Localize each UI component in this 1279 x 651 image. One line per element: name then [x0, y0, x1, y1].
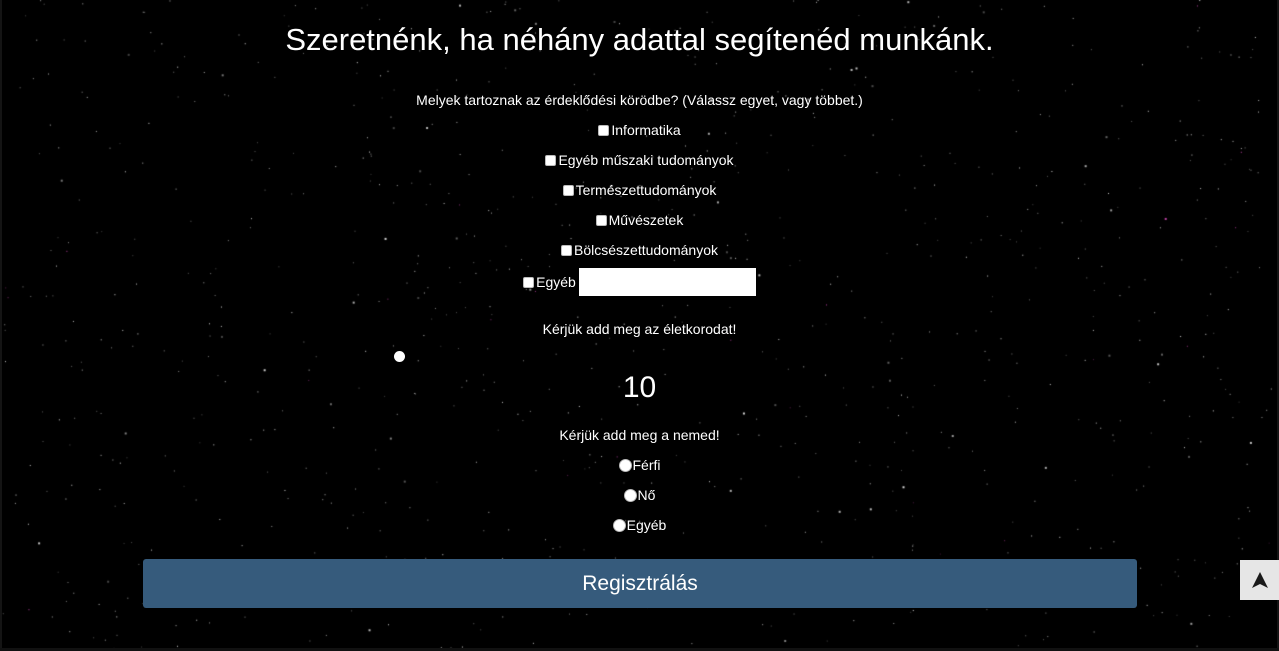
page-title: Szeretnénk, ha néhány adattal segítenéd …: [285, 22, 994, 57]
interests-question: Melyek tartoznak az érdeklődési körödbe?…: [416, 92, 863, 108]
arrow-up-icon: [1251, 572, 1268, 588]
interest-checkbox[interactable]: [561, 244, 573, 256]
interest-label: Művészetek: [608, 212, 684, 228]
gender-option-ferfi[interactable]: Férfi: [0, 456, 1279, 474]
interest-label: Természettudományok: [575, 182, 717, 198]
other-interest-input[interactable]: [578, 268, 756, 296]
register-button[interactable]: Regisztrálás: [143, 559, 1137, 608]
gender-label: Nő: [637, 487, 656, 503]
interest-label: Egyéb műszaki tudományok: [558, 152, 734, 168]
interest-option-bolcsesz[interactable]: Bölcsészettudományok: [0, 241, 1279, 259]
gender-option-egyeb[interactable]: Egyéb: [0, 516, 1279, 534]
interest-checkbox-other[interactable]: [523, 276, 535, 288]
interest-label-other: Egyéb: [536, 274, 576, 290]
gender-option-no[interactable]: Nő: [0, 486, 1279, 504]
interest-checkbox[interactable]: [562, 184, 574, 196]
interest-checkbox[interactable]: [545, 154, 557, 166]
registration-form: Szeretnénk, ha néhány adattal segítenéd …: [0, 0, 1279, 651]
interest-checkbox[interactable]: [598, 124, 610, 136]
interest-option-other[interactable]: Egyéb: [0, 268, 1279, 296]
interest-option-informatika[interactable]: Informatika: [0, 121, 1279, 139]
gender-label: Egyéb: [626, 517, 667, 533]
interest-label: Bölcsészettudományok: [574, 242, 718, 258]
gender-label: Férfi: [632, 457, 661, 473]
interest-option-muveszetek[interactable]: Művészetek: [0, 211, 1279, 229]
interest-option-termeszet[interactable]: Természettudományok: [0, 181, 1279, 199]
age-value: 10: [622, 371, 657, 404]
age-slider-thumb[interactable]: [394, 351, 405, 362]
gender-question: Kérjük add meg a nemed!: [559, 427, 720, 443]
scroll-top-button[interactable]: [1240, 560, 1279, 600]
interest-option-muszaki[interactable]: Egyéb műszaki tudományok: [0, 151, 1279, 169]
age-question: Kérjük add meg az életkorodat!: [542, 321, 737, 337]
interest-label: Informatika: [611, 122, 681, 138]
gender-radio[interactable]: [612, 518, 626, 532]
interest-checkbox[interactable]: [595, 214, 607, 226]
gender-radio[interactable]: [618, 458, 632, 472]
gender-radio[interactable]: [623, 488, 637, 502]
